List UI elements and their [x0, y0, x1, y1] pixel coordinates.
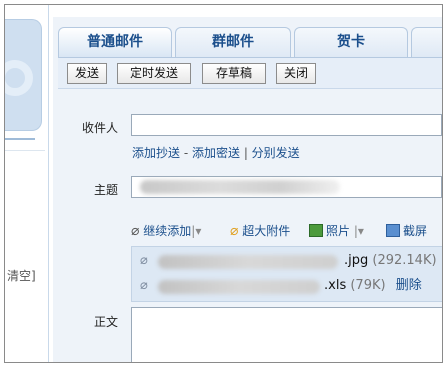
save-draft-button[interactable]: 存草稿 — [202, 63, 266, 84]
attachment-size: (79K) — [350, 278, 386, 293]
sidebar-decoration — [5, 60, 33, 96]
redacted-filename — [158, 280, 320, 294]
sidebar-divider — [5, 128, 35, 140]
attachment-ext: .xls — [324, 278, 347, 293]
tab-more[interactable] — [411, 27, 442, 57]
send-button[interactable]: 发送 — [67, 63, 107, 84]
attachment-ext: .jpg — [344, 253, 369, 268]
screenshot-label: 截屏 — [403, 224, 428, 238]
left-sidebar: 清空] — [5, 5, 49, 362]
photo-label: 照片 — [326, 224, 351, 238]
subject-label: 主题 — [93, 183, 118, 197]
paperclip-icon: ⌀ — [131, 223, 140, 239]
sidebar-panel — [5, 19, 42, 140]
body-label: 正文 — [93, 315, 118, 329]
link-dash: - — [180, 146, 192, 160]
delete-attachment-link[interactable]: 删除 — [396, 278, 422, 293]
redacted-subject — [140, 180, 340, 194]
paperclip-icon: ⌀ — [140, 253, 148, 268]
attachment-item: ⌀ .jpg (292.14K) — [132, 249, 442, 273]
tab-normal-mail[interactable]: 普通邮件 — [58, 27, 172, 57]
photo-button[interactable]: 照片 |▾ — [309, 222, 364, 239]
to-field[interactable] — [131, 114, 442, 136]
compose-toolbar: 发送 定时发送 存草稿 关闭 — [58, 57, 442, 89]
schedule-send-button[interactable]: 定时发送 — [117, 63, 191, 84]
attachment-toolbar: ⌀ 继续添加|▾ ⌀ 超大附件 照片 |▾ 截屏 — [131, 222, 442, 242]
large-attachment-icon: ⌀ — [230, 223, 239, 239]
large-attachment-label: 超大附件 — [242, 224, 291, 238]
screenshot-icon — [386, 224, 400, 237]
compose-form: 收件人 添加抄送 - 添加密送 | 分别发送 主题 ⌀ 继续添加|▾ ⌀ 超大附… — [58, 89, 442, 362]
compose-main: 普通邮件 群邮件 贺卡 发送 定时发送 存草稿 关闭 收件人 添加抄送 - 添加… — [53, 17, 442, 362]
subject-field[interactable] — [131, 176, 442, 198]
attachment-item: ⌀ .xls (79K) 删除 — [132, 274, 442, 298]
redacted-filename — [158, 255, 338, 269]
tab-greeting-card[interactable]: 贺卡 — [294, 27, 408, 57]
compose-tabs: 普通邮件 群邮件 贺卡 — [58, 27, 442, 57]
photo-dropdown: |▾ — [350, 224, 364, 238]
body-editor[interactable] — [131, 307, 442, 362]
large-attachment-button[interactable]: ⌀ 超大附件 — [230, 222, 290, 239]
paperclip-icon: ⌀ — [140, 278, 148, 293]
compose-window: 清空] 普通邮件 群邮件 贺卡 发送 定时发送 存草稿 关闭 收件人 添加抄送 … — [4, 4, 443, 363]
add-cc-link[interactable]: 添加抄送 — [132, 146, 180, 160]
sidebar-separator — [5, 150, 45, 151]
attachment-list: ⌀ .jpg (292.14K) ⌀ .xls (79K) 删除 — [131, 246, 442, 302]
link-pipe: | — [240, 146, 252, 160]
continue-add-label: 继续添加 — [143, 224, 192, 238]
photo-icon — [309, 224, 323, 237]
clear-link[interactable]: 清空] — [7, 267, 36, 284]
send-separately-link[interactable]: 分别发送 — [252, 146, 300, 160]
screenshot-button[interactable]: 截屏 — [386, 222, 427, 239]
close-button[interactable]: 关闭 — [276, 63, 316, 84]
continue-add-button[interactable]: ⌀ 继续添加|▾ — [131, 222, 201, 239]
add-bcc-link[interactable]: 添加密送 — [192, 146, 240, 160]
attachment-name: .xls (79K) 删除 — [324, 274, 422, 298]
recipient-links: 添加抄送 - 添加密送 | 分别发送 — [132, 144, 300, 161]
attachment-size: (292.14K) — [372, 253, 437, 268]
dropdown-sep: |▾ — [191, 224, 202, 238]
to-label: 收件人 — [81, 121, 118, 135]
attachment-name: .jpg (292.14K) — [344, 249, 437, 273]
tab-group-mail[interactable]: 群邮件 — [175, 27, 291, 57]
